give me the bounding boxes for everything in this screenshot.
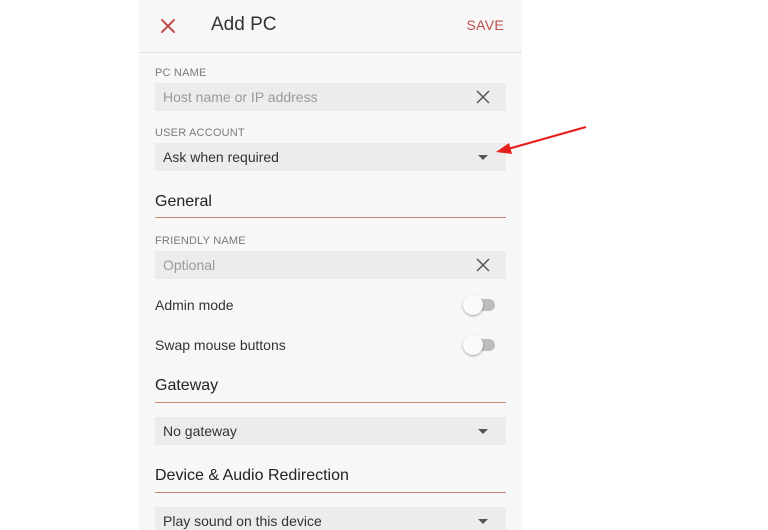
- admin-mode-label: Admin mode: [155, 297, 234, 313]
- sound-value: Play sound on this device: [163, 513, 322, 529]
- friendly-name-placeholder: Optional: [163, 257, 216, 273]
- section-divider: [155, 492, 506, 493]
- section-general-heading: General: [155, 193, 212, 210]
- annotation-arrow-icon: [496, 125, 587, 154]
- chevron-down-icon: [478, 429, 488, 434]
- friendly-name-caption: FRIENDLY NAME: [155, 235, 246, 247]
- section-gateway-heading: Gateway: [155, 377, 219, 394]
- user-account-caption: USER ACCOUNT: [155, 127, 245, 139]
- gateway-value: No gateway: [163, 423, 237, 439]
- pc-name-placeholder: Host name or IP address: [163, 89, 318, 105]
- chevron-down-icon: [478, 519, 488, 524]
- user-account-dropdown[interactable]: Ask when required: [155, 143, 506, 171]
- sound-dropdown[interactable]: Play sound on this device: [155, 507, 506, 530]
- swap-mouse-label: Swap mouse buttons: [155, 337, 286, 353]
- pc-name-field[interactable]: Host name or IP address: [155, 83, 506, 111]
- swap-mouse-toggle[interactable]: [463, 335, 497, 355]
- chevron-down-icon: [478, 155, 488, 160]
- save-button[interactable]: SAVE: [466, 17, 504, 33]
- close-icon[interactable]: [157, 15, 179, 37]
- user-account-value: Ask when required: [163, 149, 279, 165]
- admin-mode-toggle[interactable]: [463, 295, 497, 315]
- clear-icon[interactable]: [476, 90, 490, 104]
- page-title: Add PC: [211, 14, 277, 35]
- add-pc-panel: Add PC SAVE PC NAME Host name or IP addr…: [139, 0, 522, 530]
- pc-name-caption: PC NAME: [155, 67, 207, 79]
- clear-icon[interactable]: [476, 258, 490, 272]
- top-app-bar: Add PC SAVE: [139, 0, 522, 53]
- gateway-dropdown[interactable]: No gateway: [155, 417, 506, 445]
- section-divider: [155, 402, 506, 403]
- friendly-name-field[interactable]: Optional: [155, 251, 506, 279]
- section-redirection-heading: Device & Audio Redirection: [155, 467, 349, 484]
- section-divider: [155, 217, 506, 218]
